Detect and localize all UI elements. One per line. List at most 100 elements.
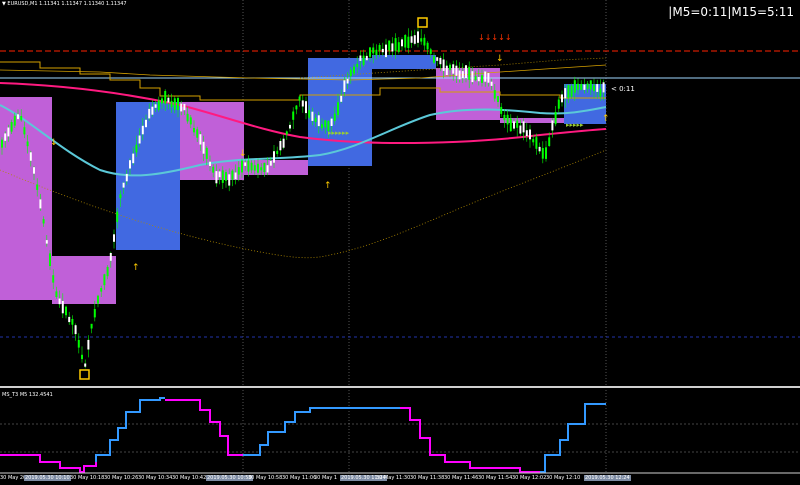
candle-body [522,121,525,133]
green-arrows-icon: ▸▸▸▸▸ [566,121,584,129]
candle-body [183,103,186,111]
candle-body [55,291,58,297]
candle-body [157,100,160,110]
candle-body [177,98,179,110]
candle-body [471,71,474,83]
symbol-label: ▼ EURUSD,M1 1.11341 1.11347 1.11340 1.11… [2,1,127,7]
candle-body [119,194,122,199]
candle-body [359,55,362,61]
candle-body [468,67,471,80]
candle-body [465,65,467,78]
candle-body [244,162,247,166]
candle-body [276,150,279,154]
candle-body [525,130,528,136]
candle-body [129,160,131,169]
candle-body [145,119,147,128]
candle-body [298,96,301,101]
time-tick-label: 2019.05.30 10:10 [24,475,71,481]
candle-body [557,99,560,109]
candle-body [474,76,477,81]
candle-body [573,80,576,93]
candle-body [458,70,461,80]
candle-body [554,112,557,125]
candle-body [228,174,231,186]
candle-body [23,127,26,135]
time-tick-label: 30 May 10:18 [70,475,105,481]
price-chart[interactable]: ↓ ↑ ↓ ↑ ↓ ↑ ↓↓↓↓↓ ▸▸▸▸▸▸ ▸▸▸▸▸ [0,0,800,485]
candle-body [449,64,451,71]
candle-body [151,106,154,115]
zone-box [244,160,308,175]
up-arrow-icon: ↑ [324,181,332,191]
candle-body [324,120,327,128]
candle-body [103,274,106,286]
time-tick-label: 30 May 12:02 [512,475,547,481]
candle-body [241,160,243,173]
candle-body [346,78,349,84]
candle-body [273,151,275,163]
candle-body [221,170,224,183]
candle-body [189,117,192,125]
candle-body [247,160,250,172]
candle-body [225,172,227,181]
candle-body [401,39,403,47]
candle-body [452,64,455,74]
candle-body [202,141,205,154]
up-arrow-icon: ↓ [239,149,247,159]
candle-body [29,152,32,161]
time-tick-label: 2019.05.30 10:50 [206,475,253,481]
candle-body [317,115,320,127]
candle-body [365,55,368,61]
candle-body [253,165,256,171]
candle-body [541,148,544,159]
candle-body [375,49,378,56]
candle-body [394,38,397,51]
candle-body [237,167,240,175]
candle-body [49,253,51,266]
candle-body [433,56,435,63]
candle-body [349,69,352,77]
red-arrows-icon: ↓↓↓↓↓ [478,33,512,42]
candle-body [484,71,487,82]
time-tick-label: 30 May 11:54 [478,475,513,481]
candle-body [26,141,29,147]
candle-body [209,161,211,166]
candle-body [545,147,547,159]
candle-body [45,240,48,244]
candle-body [186,113,189,122]
candle-body [362,55,365,65]
candle-body [205,147,208,159]
candle-body [461,71,464,79]
candle-body [173,98,176,110]
candle-body [353,66,355,74]
candle-body [577,83,579,90]
candle-body [97,295,99,304]
candle-body [10,122,13,132]
candle-body [586,83,589,89]
candle-body [61,301,64,314]
candle-body [93,309,96,318]
candle-body [282,138,285,148]
up-arrow-icon: ↓ [50,138,58,148]
candle-body [337,102,339,115]
candle-body [551,120,554,131]
subwindow-label: MS_T3 M5 132.4541 [2,392,53,398]
candle-body [311,111,314,121]
candle-body [564,88,567,99]
candle-body [513,121,515,129]
candle-body [426,42,429,50]
candle-body [125,173,128,182]
candle-body [260,167,263,171]
candle-body [305,101,307,114]
zone-box [372,55,436,69]
candle-body [404,35,407,48]
candle-body [372,47,375,54]
candle-body [106,267,109,277]
candle-body [429,49,432,54]
candle-body [84,363,87,367]
candle-body [477,77,480,82]
time-tick-label: 30 May 10:34 [138,475,173,481]
zone-box [52,256,116,304]
candle-body [369,47,371,57]
price-tag: < 0:11 [611,85,635,93]
